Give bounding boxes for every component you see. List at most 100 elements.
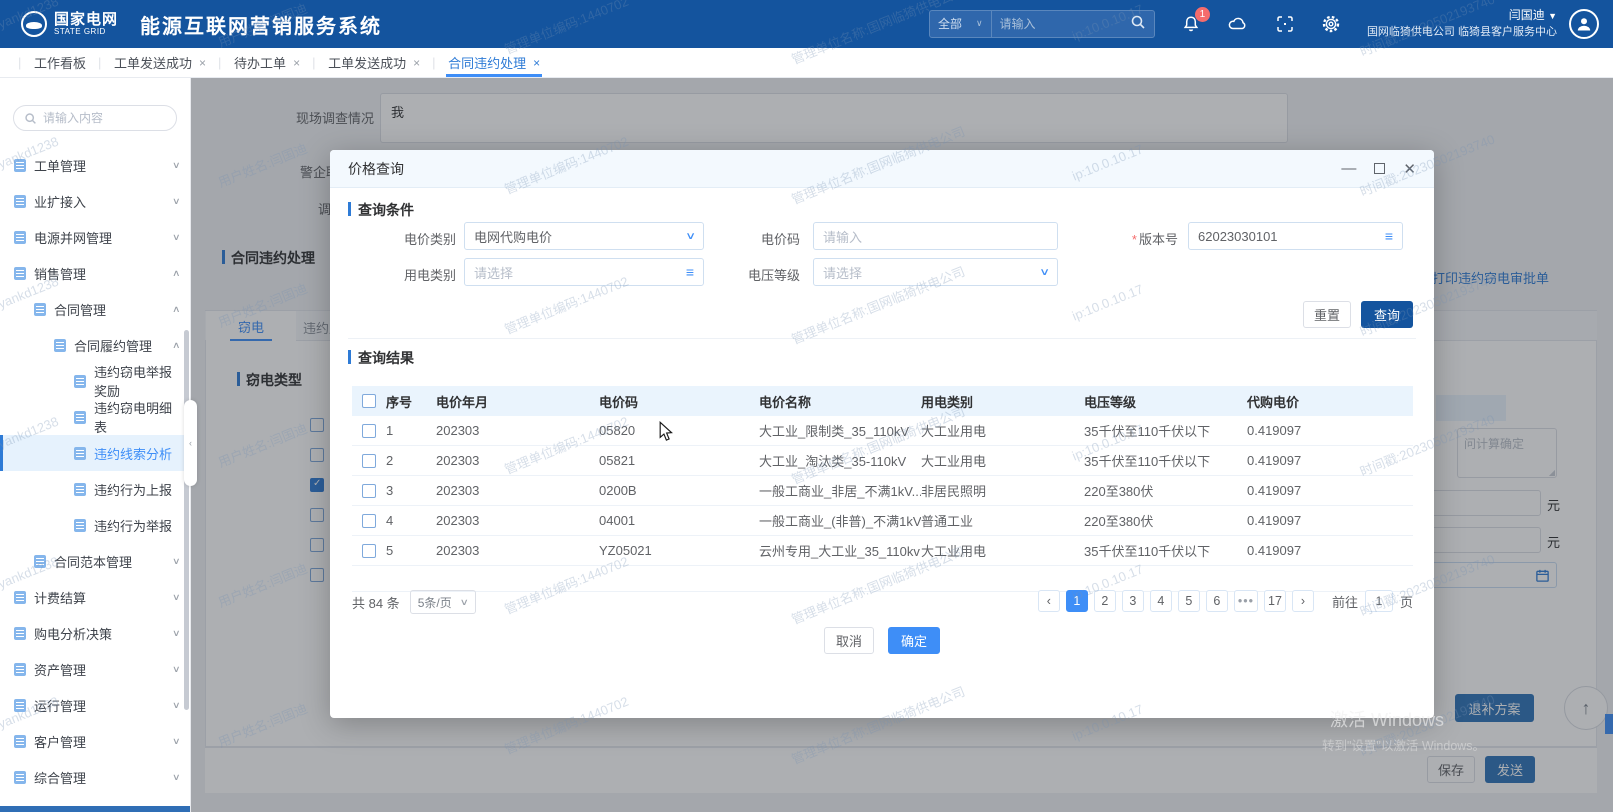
close-icon[interactable]: × [199,56,206,70]
sidebar-item[interactable]: 合同范本管理 ∨ [0,543,190,579]
sidebar-item-label: 合同范本管理 [54,552,132,571]
reset-button[interactable]: 重置 [1303,301,1351,328]
page-button[interactable]: 17 [1264,590,1286,612]
search-input[interactable]: 请输入 [992,15,1130,32]
sidebar-item-label: 销售管理 [34,264,86,283]
sidebar-item[interactable]: 违约行为上报 [0,471,190,507]
sidebar-item[interactable]: 客户管理 ∨ [0,723,190,759]
sidebar-item[interactable]: 销售管理 ∧ [0,255,190,291]
page-button[interactable]: 6 [1206,590,1228,612]
page-tabs: 工作看板 × 工单发送成功 × 待办工单 × 工单发送成功 × 合同违约处理 × [0,48,1613,78]
row-checkbox[interactable] [362,544,376,558]
column-header: 代购电价 [1247,392,1413,411]
sidebar-search-input[interactable] [43,111,163,125]
search-scope-select[interactable]: 全部 ∨ [930,11,992,37]
sidebar-item[interactable]: 购电分析决策 ∨ [0,615,190,651]
sidebar-item[interactable]: 违约线索分析 [0,435,190,471]
page-button[interactable]: 3 [1122,590,1144,612]
next-page-button[interactable]: › [1292,590,1314,612]
close-icon[interactable]: × [413,56,420,70]
sidebar-item[interactable]: 电源并网管理 ∨ [0,219,190,255]
table-row[interactable]: 2 202303 05821 大工业_淘汰类_35-110kV 大工业用电 35… [352,446,1413,476]
list-picker-icon[interactable]: ≡ [686,264,694,280]
version-input[interactable]: 62023030101 ≡ [1188,222,1403,250]
avatar[interactable] [1569,9,1599,39]
settings-gear-icon[interactable] [1321,14,1341,34]
page-button[interactable]: 5 [1178,590,1200,612]
elec-type-picker[interactable]: 请选择 ≡ [464,258,704,286]
column-header: 电价年月 [436,392,599,411]
page-button[interactable]: 1 [1066,590,1088,612]
sidebar-item-label: 计费结算 [34,588,86,607]
row-checkbox[interactable] [362,484,376,498]
close-icon[interactable]: × [533,56,540,70]
cancel-button[interactable]: 取消 [824,627,874,654]
page-button[interactable]: 2 [1094,590,1116,612]
fullscreen-scan-icon[interactable] [1275,14,1295,34]
page-button[interactable]: ••• [1234,590,1258,612]
goto-page-input[interactable] [1365,590,1393,612]
price-type-select[interactable]: 电网代购电价 ∨ [464,222,704,250]
row-checkbox[interactable] [362,424,376,438]
close-icon[interactable]: ✕ [1403,160,1416,178]
sidebar-item[interactable]: 违约窃电明细表 [0,399,190,435]
close-icon[interactable]: × [293,56,300,70]
sidebar-item-label: 运行管理 [34,696,86,715]
page-size-select[interactable]: 5条/页 ∨ [410,590,476,614]
list-picker-icon[interactable]: ≡ [1385,228,1393,244]
select-all-checkbox[interactable] [362,394,376,408]
sidebar-item[interactable]: 资产管理 ∨ [0,651,190,687]
app-root: 国家电网 STATE GRID 能源互联网营销服务系统 全部 ∨ 请输入 1 [0,0,1613,812]
maximize-icon[interactable] [1374,163,1385,174]
sidebar-item-label: 电源并网管理 [34,228,112,247]
price-code-input[interactable]: 请输入 [813,222,1058,250]
sidebar-item[interactable]: 合同履约管理 ∧ [0,327,190,363]
page-tab[interactable]: 工单发送成功 × [100,48,220,77]
table-row[interactable]: 5 202303 YZ05021 云州专用_大工业_35_110kv 大工业用电… [352,536,1413,566]
table-row[interactable]: 4 202303 04001 一般工商业_(非普)_不满1kV 普通工业 220… [352,506,1413,536]
page-tab[interactable]: 工单发送成功 × [314,48,434,77]
sidebar-item[interactable]: 违约行为举报 [0,507,190,543]
document-icon [14,591,26,604]
prev-page-button[interactable]: ‹ [1038,590,1060,612]
elec-type-label: 用电类别 [376,265,456,284]
sidebar-item[interactable]: 计费结算 ∨ [0,579,190,615]
page-tab[interactable]: 待办工单 × [220,48,314,77]
page-tab[interactable]: 合同违约处理 × [434,48,554,77]
table-row[interactable]: 1 202303 05820 大工业_限制类_35_110kV 大工业用电 35… [352,416,1413,446]
table-row[interactable]: 3 202303 0200B 一般工商业_非居_不满1kV... 非居民照明 2… [352,476,1413,506]
sidebar-item[interactable]: 合同管理 ∧ [0,291,190,327]
brand-en: STATE GRID [54,28,118,36]
sidebar-item[interactable]: 违约窃电举报奖励 [0,363,190,399]
sidebar-item[interactable]: 工单管理 ∨ [0,147,190,183]
document-icon [74,411,86,424]
sidebar-item[interactable]: 综合管理 ∨ [0,759,190,795]
minimize-icon[interactable]: — [1341,160,1356,177]
confirm-button[interactable]: 确定 [888,627,940,654]
page-button[interactable]: 4 [1150,590,1172,612]
sidebar: 工单管理 ∨ 业扩接入 ∨ 电源并网管理 ∨ 销售管理 [0,78,191,812]
search-icon[interactable] [1130,14,1146,33]
sidebar-item[interactable]: 运行管理 ∨ [0,687,190,723]
query-button[interactable]: 查询 [1361,301,1413,328]
modal-header: 价格查询 — ✕ [330,150,1434,188]
sidebar-scrollbar-thumb[interactable] [184,330,189,710]
notification-bell-icon[interactable]: 1 [1181,14,1201,34]
column-header: 电价名称 [759,392,921,411]
row-checkbox[interactable] [362,454,376,468]
sidebar-search[interactable] [13,105,177,131]
cloud-icon[interactable] [1227,14,1249,34]
user-name: 闫国迪 ▼ [1367,7,1557,24]
user-block[interactable]: 闫国迪 ▼ 国网临猗供电公司 临猗县客户服务中心 [1367,7,1557,40]
sidebar-item-label: 违约行为上报 [94,480,172,499]
global-search[interactable]: 全部 ∨ 请输入 [929,10,1155,38]
chevron-icon: ∨ [172,196,181,207]
cell-voltage: 35千伏至110千伏以下 [1084,541,1247,560]
voltage-select[interactable]: 请选择 ∨ [813,258,1058,286]
page-tab[interactable]: 工作看板 × [20,48,100,77]
cell-price-name: 大工业_淘汰类_35-110kV [759,451,921,470]
sidebar-collapse-handle[interactable]: ‹ [184,400,197,486]
row-checkbox[interactable] [362,514,376,528]
sidebar-item[interactable]: 业扩接入 ∨ [0,183,190,219]
sidebar-hscrollbar[interactable] [0,806,190,812]
